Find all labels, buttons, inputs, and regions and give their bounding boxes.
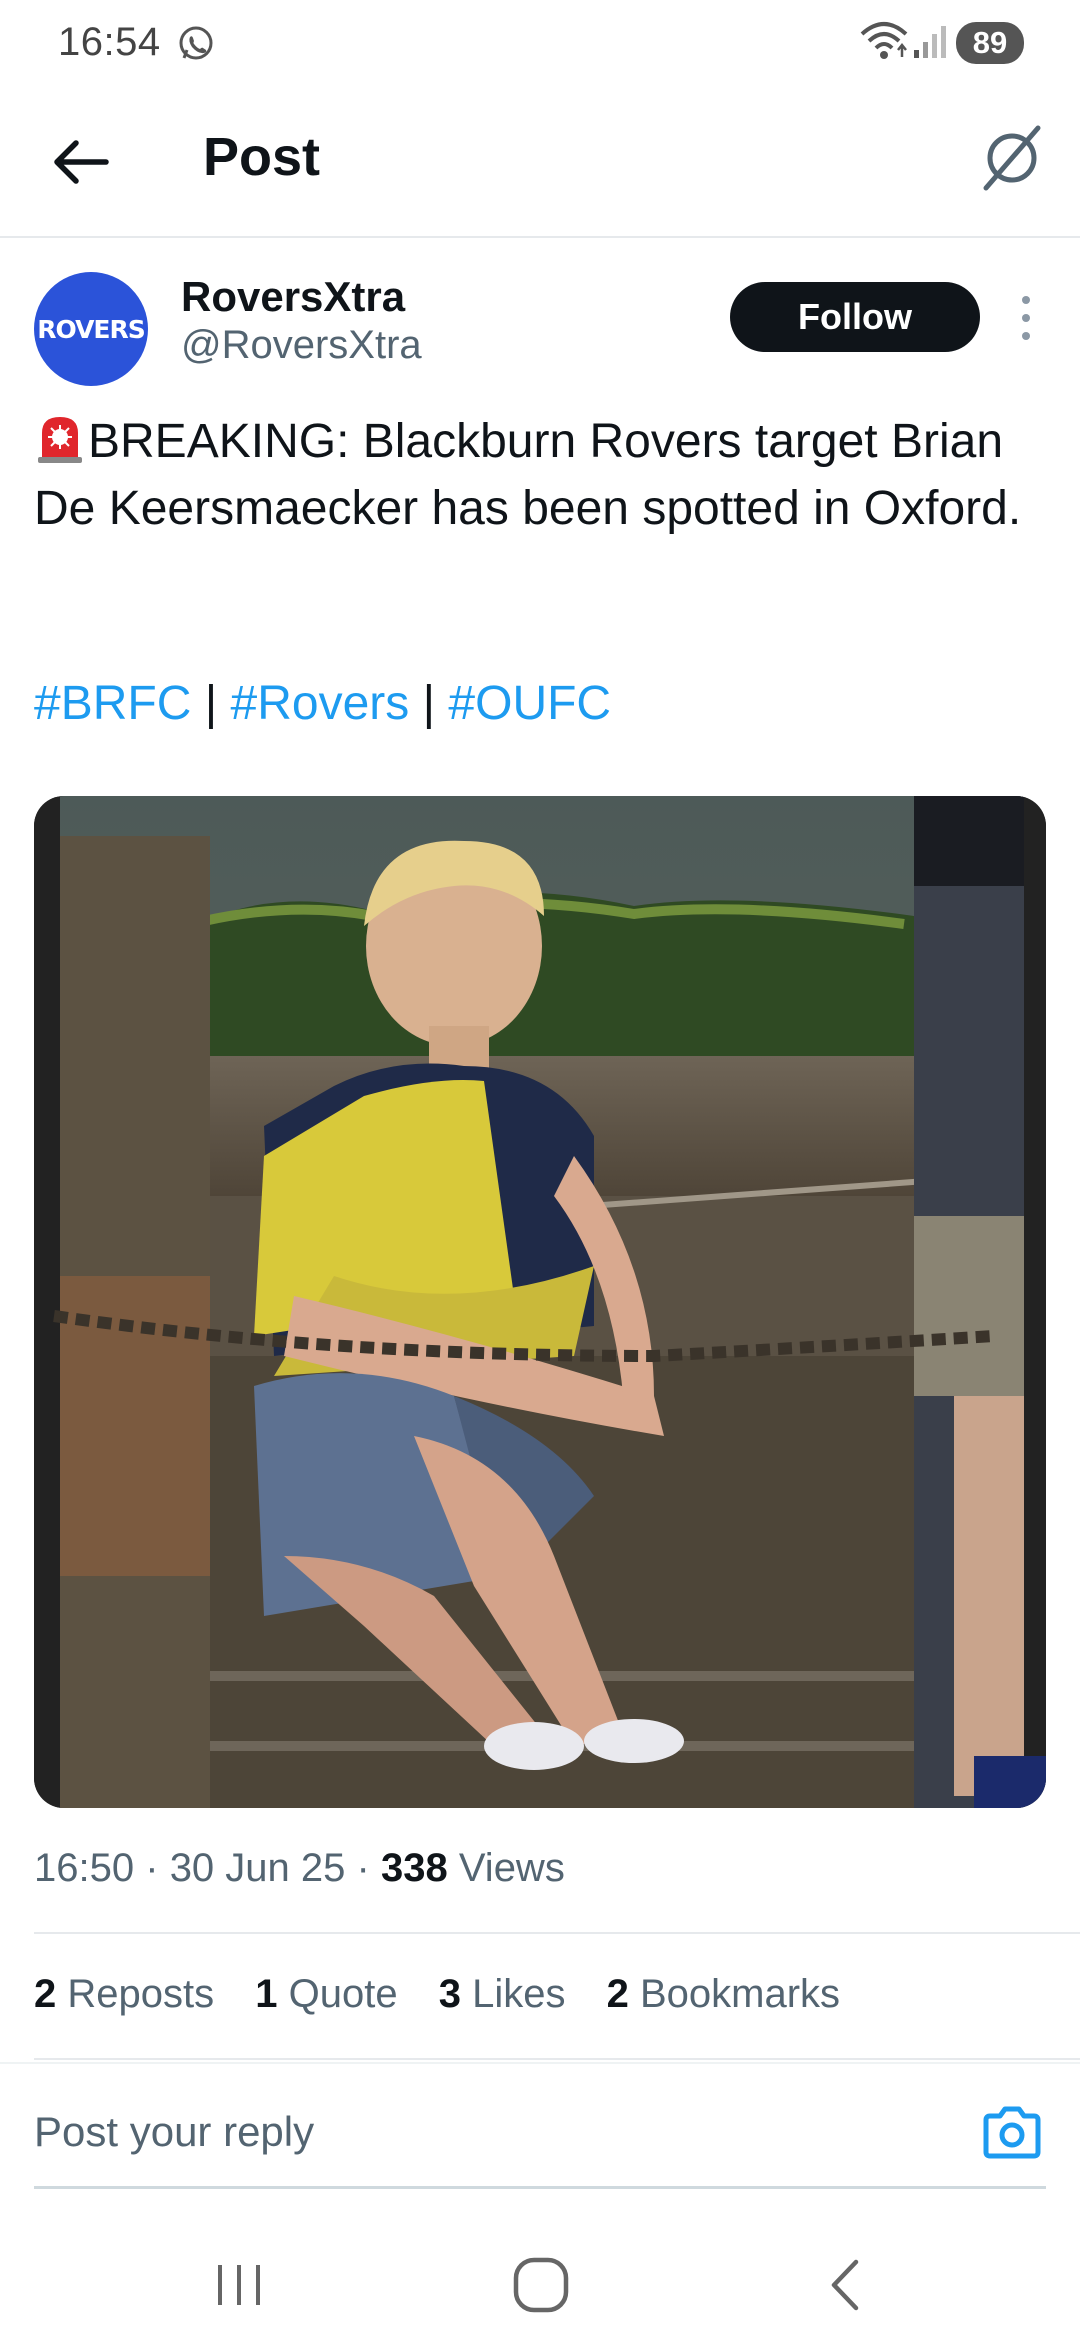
- hashtag-oufc[interactable]: #OUFC: [448, 677, 611, 730]
- back-arrow-icon[interactable]: [44, 126, 116, 198]
- post-body-text: BREAKING: Blackburn Rovers target Brian …: [34, 415, 1022, 535]
- bookmarks-count: 2: [606, 1972, 629, 2016]
- reposts-count: 2: [34, 1972, 57, 2016]
- avatar[interactable]: ROVERS: [34, 272, 148, 386]
- views-count: 338: [380, 1846, 448, 1890]
- reply-input[interactable]: Post your reply: [34, 2108, 314, 2156]
- nav-back-icon[interactable]: [822, 2256, 866, 2314]
- bookmarks-label: Bookmarks: [639, 1972, 841, 2016]
- hashtag-brfc[interactable]: #BRFC: [34, 677, 191, 730]
- hashtag-rovers[interactable]: #Rovers: [231, 677, 410, 730]
- post-time: 16:50: [34, 1846, 135, 1890]
- quotes-stat[interactable]: 1 Quote: [255, 1972, 397, 2016]
- post-meta: 16:50 · 30 Jun 25 · 338 Views: [34, 1846, 565, 1891]
- quotes-count: 1: [255, 1972, 278, 2016]
- engagement-stats: 2 Reposts 1 Quote 3 Likes 2 Bookmarks: [34, 1972, 870, 2017]
- divider: [34, 1932, 1080, 1934]
- bookmarks-stat[interactable]: 2 Bookmarks: [607, 1972, 840, 2016]
- views-label[interactable]: Views: [459, 1846, 565, 1890]
- wifi-icon: [860, 22, 908, 59]
- status-time: 16:54: [58, 20, 161, 64]
- author-display-name[interactable]: RoversXtra: [181, 273, 405, 321]
- whatsapp-icon: [179, 26, 213, 60]
- camera-icon[interactable]: [980, 2104, 1044, 2162]
- divider: [34, 2058, 1080, 2060]
- photo-illustration: [34, 796, 1046, 1808]
- hashtags: #BRFC | #Rovers | #OUFC: [34, 676, 611, 731]
- status-bar: 16:54 89: [0, 0, 1080, 86]
- divider: [0, 2062, 1080, 2064]
- author-handle[interactable]: @RoversXtra: [181, 323, 422, 368]
- meta-separator: ·: [356, 1846, 370, 1890]
- quotes-label: Quote: [288, 1972, 398, 2016]
- more-options-icon[interactable]: [1008, 290, 1044, 346]
- page-title: Post: [203, 127, 321, 187]
- reposts-stat[interactable]: 2 Reposts: [34, 1972, 214, 2016]
- hashtag-separator: |: [204, 677, 218, 730]
- grok-icon[interactable]: [976, 122, 1048, 194]
- likes-stat[interactable]: 3 Likes: [439, 1972, 566, 2016]
- reply-underline: [34, 2186, 1046, 2189]
- home-icon[interactable]: [510, 2254, 572, 2316]
- likes-label: Likes: [472, 1972, 566, 2016]
- post-text: BREAKING: Blackburn Rovers target Brian …: [34, 408, 1046, 542]
- post-photo[interactable]: [34, 796, 1046, 1808]
- recent-apps-icon[interactable]: [212, 2260, 266, 2310]
- battery-indicator: 89: [956, 22, 1024, 64]
- signal-icon: [914, 26, 946, 58]
- reposts-label: Reposts: [67, 1972, 215, 2016]
- meta-separator: ·: [145, 1846, 159, 1890]
- app-header: Post: [0, 86, 1080, 238]
- follow-button[interactable]: Follow: [730, 282, 980, 352]
- system-nav-bar: [0, 2210, 1080, 2340]
- hashtag-separator: |: [422, 677, 436, 730]
- post-date: 30 Jun 25: [169, 1846, 346, 1890]
- siren-emoji-icon: [38, 417, 82, 463]
- likes-count: 3: [438, 1972, 461, 2016]
